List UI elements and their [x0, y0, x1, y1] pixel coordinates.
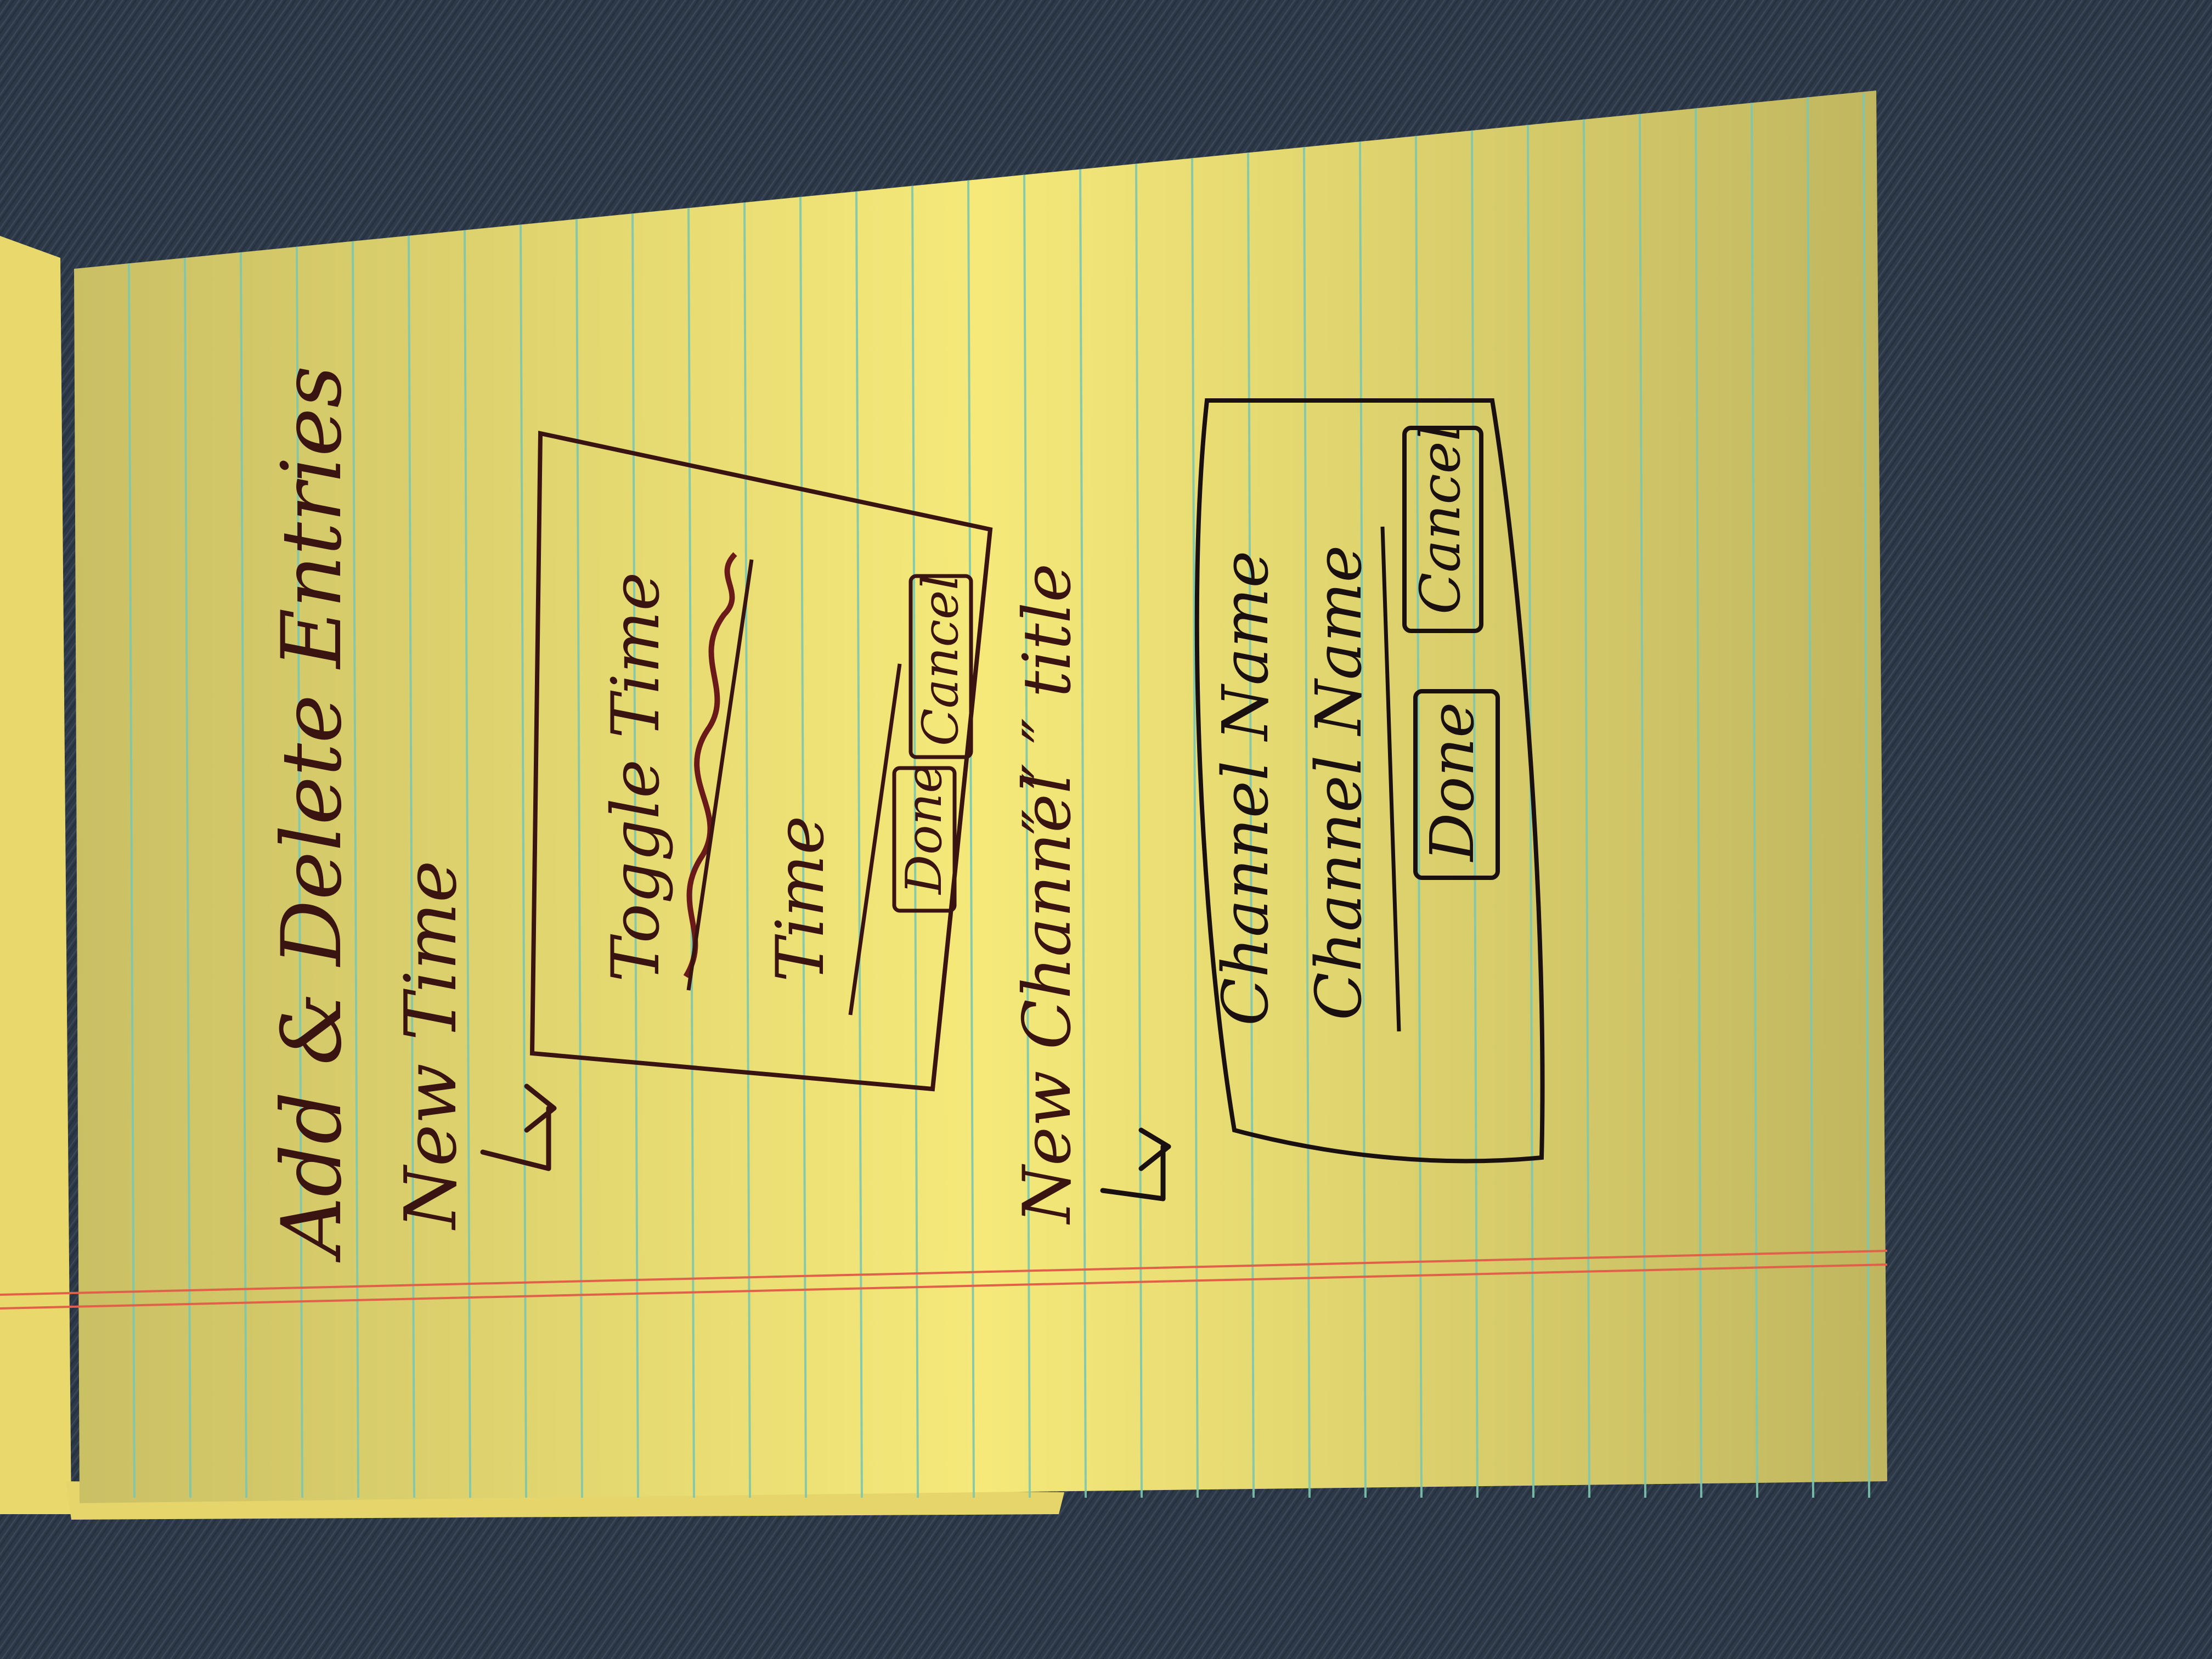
time-done-label: Done — [895, 764, 953, 895]
photo-scene: Add & Delete Entries New Time Toggle Tim… — [0, 0, 2212, 1659]
new-time-heading: New Time — [389, 860, 472, 1231]
channel-title-label: Channel Name — [1209, 551, 1283, 1026]
channel-field-label: Channel Name — [1302, 545, 1376, 1020]
notepad-back-page — [0, 236, 71, 1514]
page-title: Add & Delete Entries — [264, 365, 360, 1263]
new-channel-heading-note: ″ ″ ″ title — [1009, 563, 1086, 834]
channel-cancel-label: Cancel — [1408, 424, 1472, 614]
toggle-time-struck-label: Toggle Time — [598, 572, 674, 982]
new-channel-heading: New Channel — [1009, 773, 1086, 1225]
time-field-label: Time — [763, 816, 839, 982]
time-cancel-label: Cancel — [912, 574, 969, 746]
channel-done-label: Done — [1417, 702, 1487, 862]
